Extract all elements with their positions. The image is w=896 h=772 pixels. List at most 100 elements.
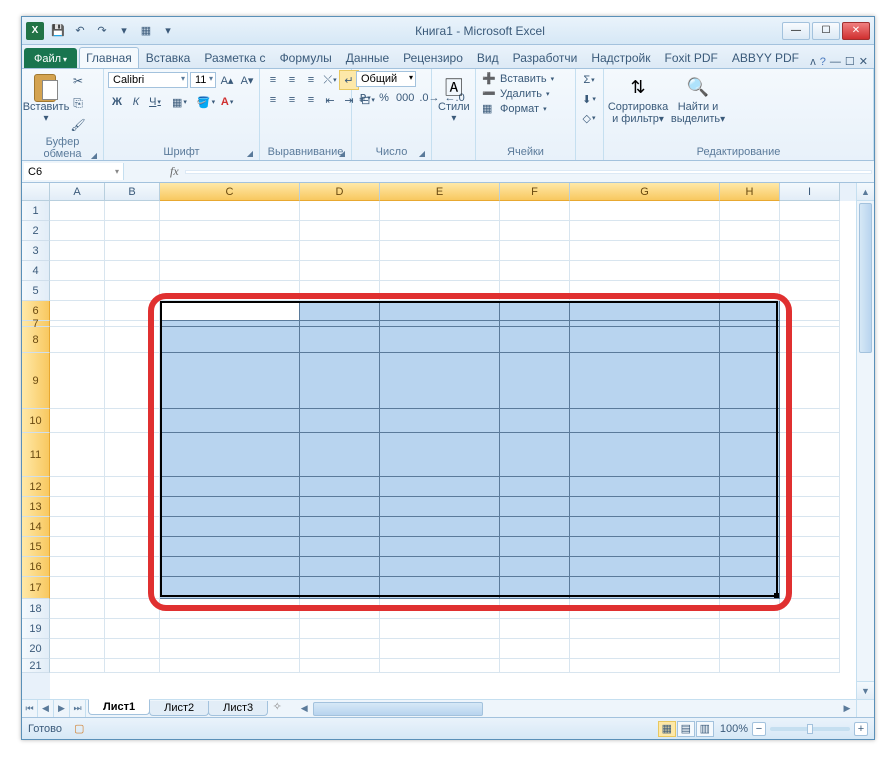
align-right-button[interactable]: ≡ xyxy=(302,91,320,109)
zoom-level[interactable]: 100% xyxy=(720,723,748,735)
row-header-18[interactable]: 18 xyxy=(22,599,50,619)
fill-color-button[interactable]: 🪣 xyxy=(195,93,217,111)
underline-button[interactable]: Ч xyxy=(146,93,164,111)
prev-sheet-button[interactable]: ◀ xyxy=(38,700,54,717)
row-header-1[interactable]: 1 xyxy=(22,201,50,221)
cell[interactable] xyxy=(780,221,840,241)
cell[interactable] xyxy=(105,353,160,409)
cell[interactable] xyxy=(380,497,500,517)
cell[interactable] xyxy=(105,261,160,281)
cell[interactable] xyxy=(500,639,570,659)
col-header-C[interactable]: C xyxy=(160,183,300,201)
cell[interactable] xyxy=(570,241,720,261)
cell[interactable] xyxy=(300,409,380,433)
cell[interactable] xyxy=(720,221,780,241)
cell[interactable] xyxy=(380,517,500,537)
paste-button[interactable]: Вставить▾ xyxy=(26,71,66,126)
cell[interactable] xyxy=(500,201,570,221)
col-header-B[interactable]: B xyxy=(105,183,160,201)
cell[interactable] xyxy=(105,477,160,497)
save-button[interactable]: 💾 xyxy=(48,21,68,41)
cell[interactable] xyxy=(780,241,840,261)
cell[interactable] xyxy=(500,327,570,353)
cell[interactable] xyxy=(300,537,380,557)
macro-record-icon[interactable]: ▢ xyxy=(74,722,84,735)
cell[interactable] xyxy=(720,599,780,619)
zoom-thumb[interactable] xyxy=(807,724,813,734)
cell[interactable] xyxy=(570,477,720,497)
cell[interactable] xyxy=(300,241,380,261)
cell[interactable] xyxy=(380,659,500,673)
cell[interactable] xyxy=(160,433,300,477)
cell[interactable] xyxy=(570,327,720,353)
cell[interactable] xyxy=(50,221,105,241)
cell[interactable] xyxy=(160,659,300,673)
row-header-19[interactable]: 19 xyxy=(22,619,50,639)
cell[interactable] xyxy=(380,221,500,241)
cell[interactable] xyxy=(160,301,300,321)
ribbon-tab-7[interactable]: Разработчи xyxy=(506,47,585,68)
find-select-button[interactable]: 🔍 Найти и выделить▾ xyxy=(670,71,726,127)
cell[interactable] xyxy=(380,599,500,619)
cell[interactable] xyxy=(500,433,570,477)
scroll-up-icon[interactable]: ▲ xyxy=(857,183,874,201)
cell[interactable] xyxy=(160,353,300,409)
scroll-right-icon[interactable]: ▶ xyxy=(838,703,856,714)
ribbon-tab-0[interactable]: Главная xyxy=(79,47,139,68)
cell[interactable] xyxy=(780,327,840,353)
cell[interactable] xyxy=(160,599,300,619)
cell[interactable] xyxy=(720,327,780,353)
cell[interactable] xyxy=(720,261,780,281)
cell[interactable] xyxy=(720,639,780,659)
ribbon-tab-9[interactable]: Foxit PDF xyxy=(657,47,724,68)
cell[interactable] xyxy=(50,497,105,517)
cell[interactable] xyxy=(500,353,570,409)
vscroll-thumb[interactable] xyxy=(859,203,872,353)
row-header-2[interactable]: 2 xyxy=(22,221,50,241)
align-left-button[interactable]: ≡ xyxy=(264,91,282,109)
cell[interactable] xyxy=(105,221,160,241)
cell[interactable] xyxy=(780,577,840,599)
delete-cells-button[interactable]: ➖Удалить xyxy=(480,86,552,101)
bold-button[interactable]: Ж xyxy=(108,93,126,111)
cell[interactable] xyxy=(50,353,105,409)
cell[interactable] xyxy=(105,517,160,537)
align-bottom-button[interactable]: ≡ xyxy=(302,71,320,89)
page-break-view-button[interactable]: ▥ xyxy=(696,721,714,737)
cell[interactable] xyxy=(570,409,720,433)
styles-button[interactable]: 🄰 Стили▾ xyxy=(436,71,472,126)
cell[interactable] xyxy=(720,241,780,261)
ribbon-tab-8[interactable]: Надстройк xyxy=(584,47,657,68)
cell[interactable] xyxy=(50,301,105,321)
close-button[interactable]: ✕ xyxy=(842,22,870,40)
cell[interactable] xyxy=(105,327,160,353)
autosum-button[interactable]: Σ xyxy=(580,71,598,89)
row-header-10[interactable]: 10 xyxy=(22,409,50,433)
cell[interactable] xyxy=(160,477,300,497)
cell[interactable] xyxy=(720,557,780,577)
cell[interactable] xyxy=(500,537,570,557)
cell[interactable] xyxy=(720,517,780,537)
cell[interactable] xyxy=(105,301,160,321)
cell[interactable] xyxy=(105,659,160,673)
cell[interactable] xyxy=(105,497,160,517)
cell[interactable] xyxy=(160,619,300,639)
cell[interactable] xyxy=(105,433,160,477)
font-size-combo[interactable]: 11 xyxy=(190,72,216,88)
cell[interactable] xyxy=(50,201,105,221)
row-header-17[interactable]: 17 xyxy=(22,577,50,599)
cell[interactable] xyxy=(105,557,160,577)
cell[interactable] xyxy=(105,577,160,599)
new-sheet-button[interactable]: ✧ xyxy=(267,700,287,717)
cell[interactable] xyxy=(720,497,780,517)
ribbon-tab-5[interactable]: Рецензиро xyxy=(396,47,470,68)
cell[interactable] xyxy=(50,659,105,673)
cell[interactable] xyxy=(105,201,160,221)
cell[interactable] xyxy=(500,599,570,619)
cell[interactable] xyxy=(720,409,780,433)
cell[interactable] xyxy=(570,517,720,537)
cell[interactable] xyxy=(160,409,300,433)
cell[interactable] xyxy=(500,221,570,241)
insert-cells-button[interactable]: ➕Вставить xyxy=(480,71,556,86)
hscroll-thumb[interactable] xyxy=(313,702,483,716)
